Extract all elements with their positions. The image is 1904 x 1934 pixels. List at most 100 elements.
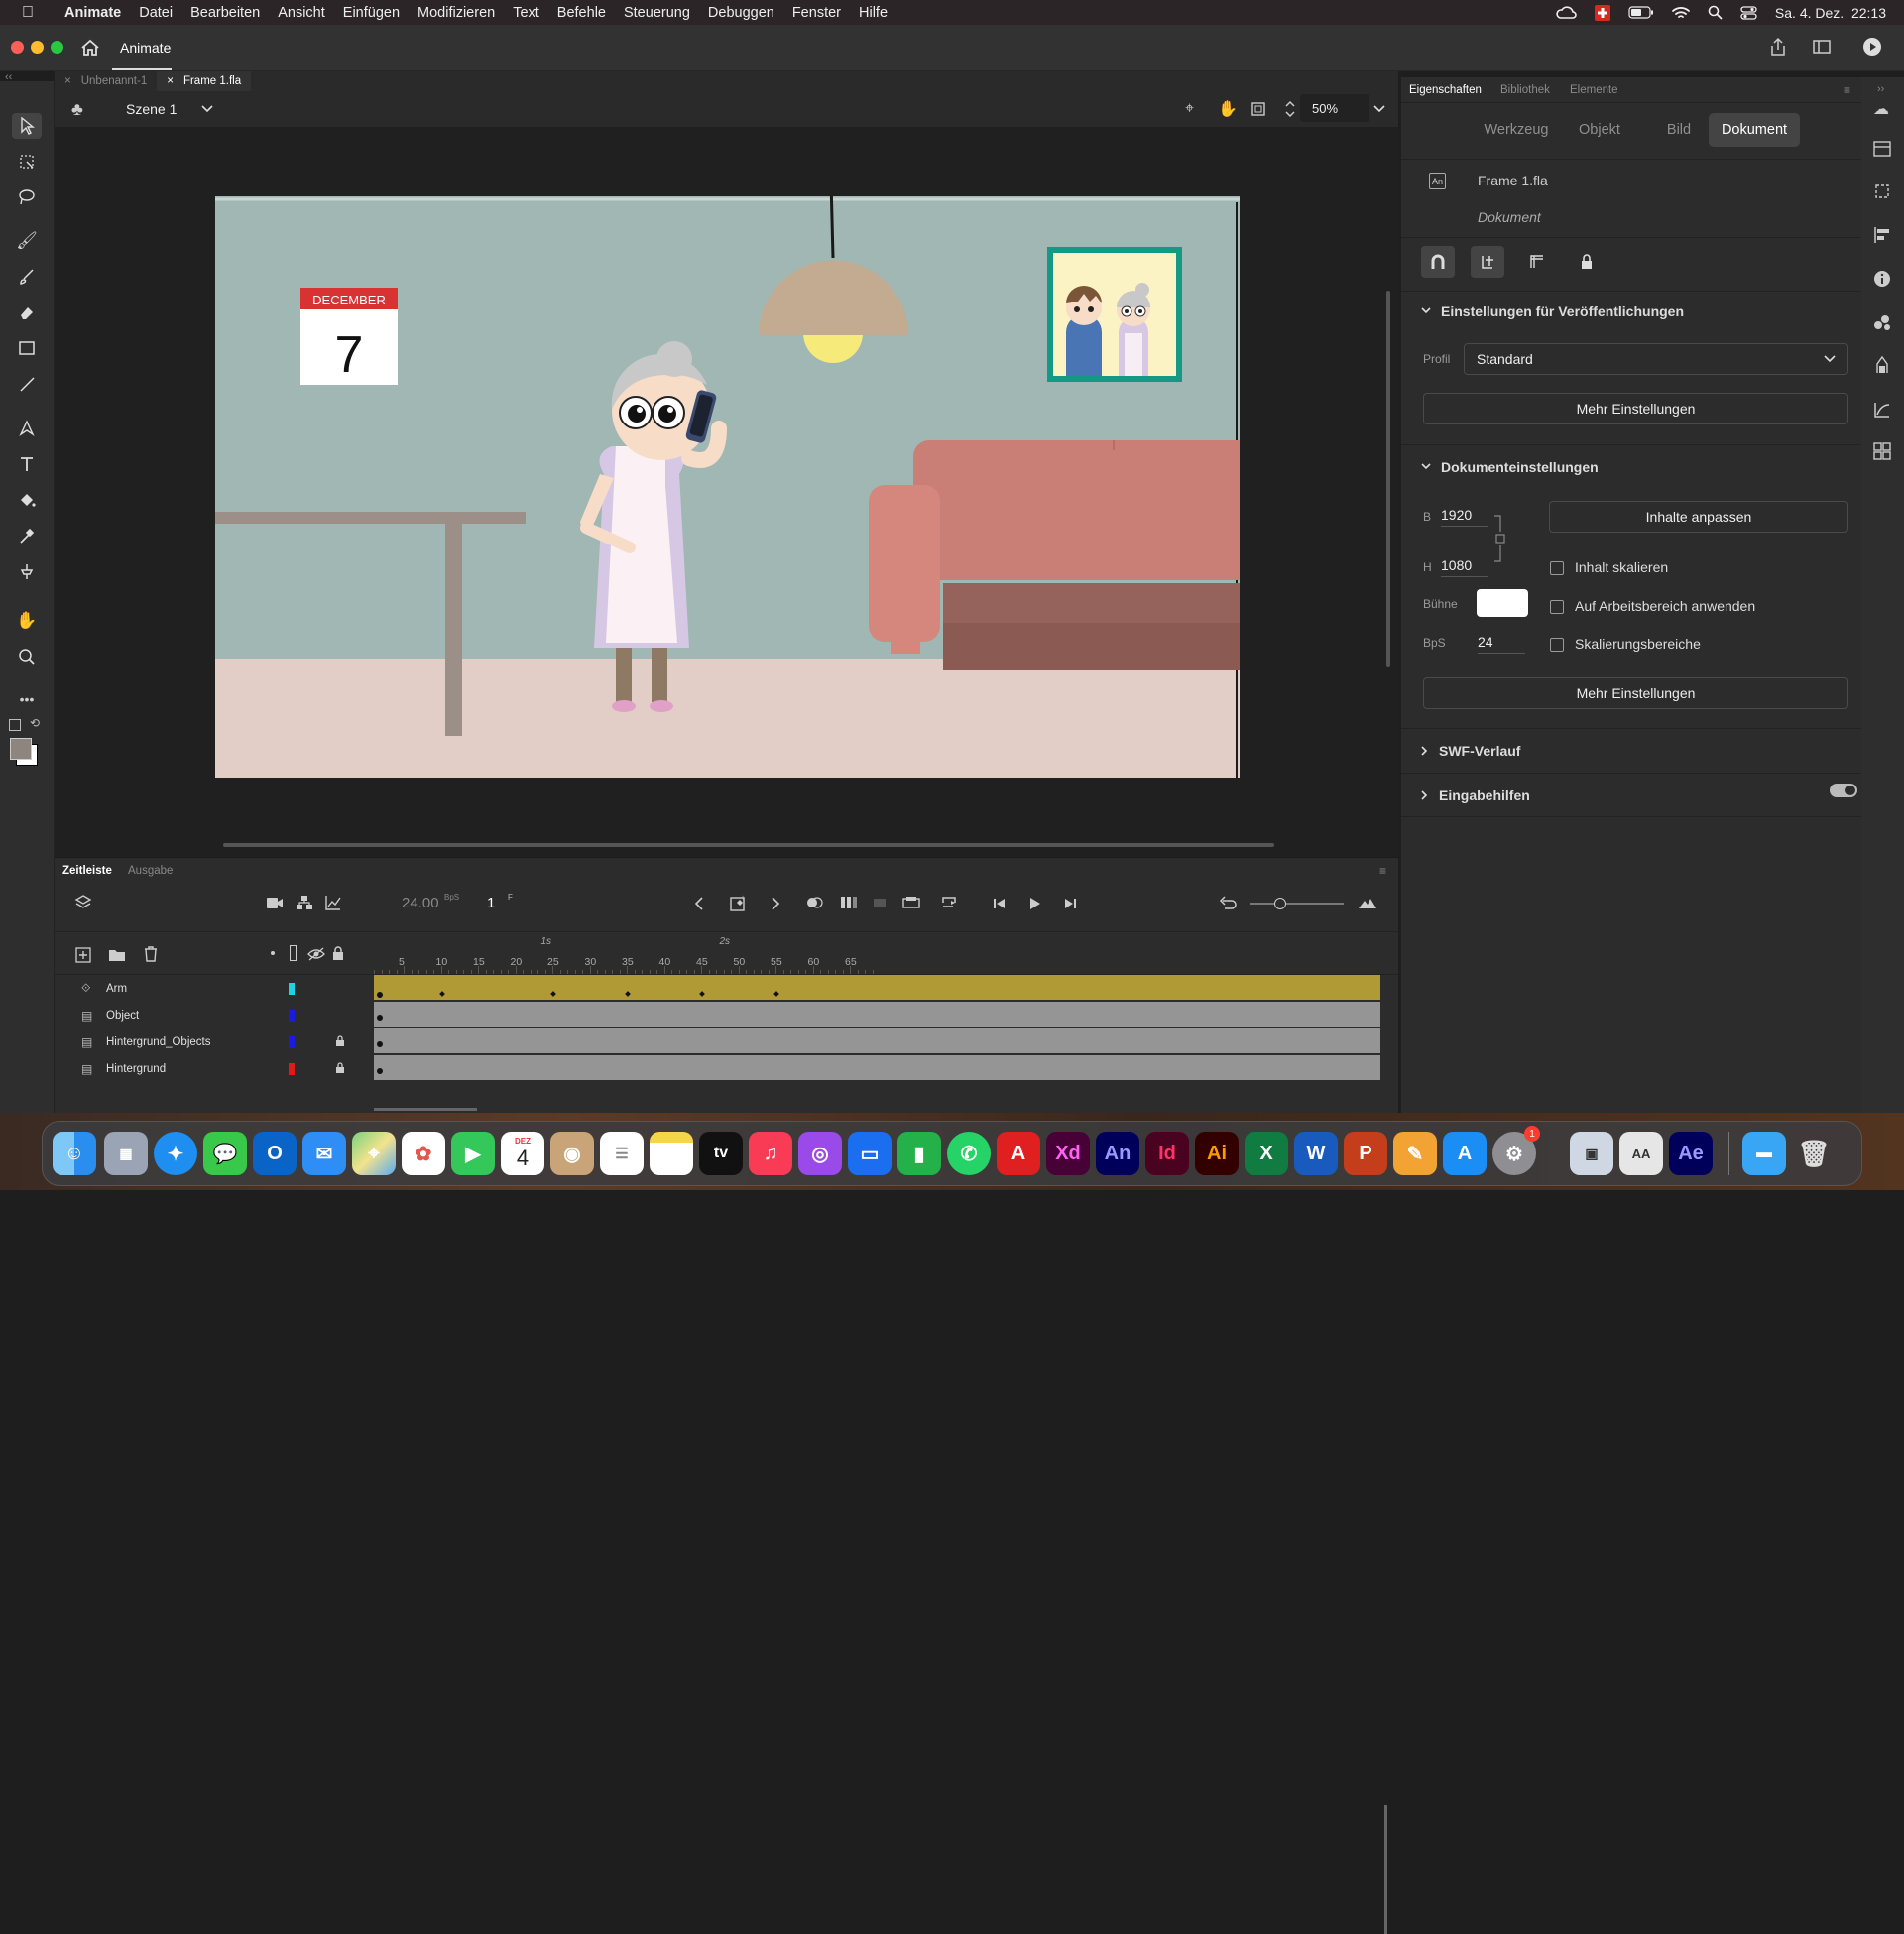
layer-name[interactable]: Object	[106, 1010, 139, 1022]
menu-item-hilfe[interactable]: Hilfe	[859, 5, 888, 21]
layer-lock-icon[interactable]	[335, 1062, 345, 1074]
new-folder-icon[interactable]	[108, 948, 126, 962]
layer-frame-span[interactable]	[374, 1028, 1380, 1054]
menu-item-befehle[interactable]: Befehle	[557, 5, 606, 21]
color-panel-icon[interactable]	[1873, 313, 1891, 331]
new-layer-icon[interactable]	[75, 947, 91, 963]
free-transform-tool-icon[interactable]	[12, 149, 42, 175]
paint-brush-tool-icon[interactable]: 🖌	[12, 228, 42, 254]
eyedropper-tool-icon[interactable]	[12, 523, 42, 548]
close-window-button[interactable]	[11, 41, 24, 54]
segment-bild[interactable]: Bild	[1639, 113, 1719, 147]
control-center-icon[interactable]	[1740, 5, 1757, 20]
timeline-horizontal-scrollbar[interactable]	[374, 1108, 477, 1111]
timeline-layer-row[interactable]: ▤ Hintergrund_Objects	[55, 1028, 372, 1055]
eraser-tool-icon[interactable]	[12, 300, 42, 325]
layer-frame-span[interactable]	[374, 1055, 1380, 1081]
keyframe-dot[interactable]	[377, 1015, 383, 1021]
test-movie-play-icon[interactable]	[1862, 37, 1882, 57]
tab-zeitleiste[interactable]: Zeitleiste	[62, 865, 112, 877]
doc-tab-unbenannt[interactable]: × Unbenannt-1	[55, 71, 157, 91]
timeline-vertical-scrollbar[interactable]	[1384, 1805, 1387, 1934]
fps-display[interactable]: 24.00	[402, 895, 439, 911]
keyframe-dot[interactable]	[377, 1068, 383, 1074]
share-icon[interactable]	[1769, 37, 1787, 57]
swf-history-header[interactable]: SWF-Verlauf	[1421, 743, 1520, 759]
fit-content-button[interactable]: Inhalte anpassen	[1549, 501, 1848, 533]
play-icon[interactable]	[1029, 897, 1041, 910]
tab-bibliothek[interactable]: Bibliothek	[1500, 77, 1550, 102]
next-keyframe-icon[interactable]	[771, 897, 780, 910]
clip-content-icon[interactable]	[1250, 101, 1266, 117]
camera-icon[interactable]	[266, 897, 284, 909]
more-doc-settings-button[interactable]: Mehr Einstellungen	[1423, 677, 1848, 709]
stage-canvas[interactable]: DECEMBER 7	[215, 196, 1240, 778]
pages-icon[interactable]: ✎	[1393, 1132, 1437, 1175]
zoom-stepper-icon[interactable]	[1284, 100, 1296, 118]
pen-tool-icon[interactable]	[12, 416, 42, 441]
assets-panel-icon[interactable]: ☁	[1873, 99, 1889, 119]
components-panel-icon[interactable]	[1873, 442, 1891, 460]
trash-icon[interactable]: 🗑	[1792, 1132, 1836, 1175]
timeline-layer-row[interactable]: ▤ Hintergrund	[55, 1055, 372, 1082]
downloads-folder-icon[interactable]: ▬	[1742, 1132, 1786, 1175]
acrobat-icon[interactable]: A	[997, 1132, 1040, 1175]
layer-lock-icon[interactable]	[335, 1035, 345, 1047]
loop-icon[interactable]	[940, 895, 958, 910]
whatsapp-icon[interactable]: ✆	[947, 1132, 991, 1175]
mail-icon[interactable]: ✉	[302, 1132, 346, 1175]
library-panel-icon[interactable]	[1873, 141, 1891, 157]
zoom-dropdown-chevron-icon[interactable]	[1373, 105, 1385, 113]
facetime-icon[interactable]: ▶	[451, 1132, 495, 1175]
menu-item-debuggen[interactable]: Debuggen	[708, 5, 774, 21]
lock-guides-icon[interactable]	[1570, 246, 1604, 278]
safari-icon[interactable]: ✦	[154, 1132, 197, 1175]
zoom-window-button[interactable]	[51, 41, 63, 54]
apply-workspace-checkbox[interactable]	[1550, 600, 1564, 614]
tab-ausgabe[interactable]: Ausgabe	[128, 865, 173, 877]
text-tool-icon[interactable]	[12, 451, 42, 477]
segment-werkzeug[interactable]: Werkzeug	[1473, 113, 1560, 147]
height-input[interactable]: 1080	[1441, 557, 1488, 577]
panel-collapse-icon[interactable]: ››	[1877, 83, 1884, 95]
insert-keyframe-icon[interactable]: +	[730, 894, 748, 911]
layer-color-swatch[interactable]	[289, 1063, 295, 1075]
scale-regions-checkbox[interactable]	[1550, 638, 1564, 652]
reminders-icon[interactable]: ☰	[600, 1132, 644, 1175]
timeline-zoom-handle[interactable]	[1274, 898, 1286, 909]
step-forward-icon[interactable]	[1063, 897, 1077, 910]
menu-item-steuerung[interactable]: Steuerung	[624, 5, 690, 21]
rectangle-tool-icon[interactable]	[12, 335, 42, 361]
selection-tool-icon[interactable]	[12, 113, 42, 139]
link-dimensions-icon[interactable]	[1492, 514, 1512, 563]
contacts-icon[interactable]: ◉	[550, 1132, 594, 1175]
adobe-indesign-icon[interactable]: Id	[1145, 1132, 1189, 1175]
layer-name[interactable]: Arm	[106, 983, 127, 995]
menu-item-animate[interactable]: Animate	[64, 5, 121, 21]
current-frame-display[interactable]: 1	[487, 895, 495, 911]
powerpoint-icon[interactable]: P	[1344, 1132, 1387, 1175]
segment-dokument[interactable]: Dokument	[1709, 113, 1800, 147]
graph-editor-icon[interactable]	[324, 895, 342, 911]
menu-item-bearbeiten[interactable]: Bearbeiten	[190, 5, 260, 21]
layers-stack-icon[interactable]	[74, 894, 92, 911]
asset-warp-tool-icon[interactable]	[12, 558, 42, 584]
battery-icon[interactable]	[1628, 6, 1654, 19]
workspace-layout-icon[interactable]	[1813, 40, 1831, 54]
minimize-window-button[interactable]	[31, 41, 44, 54]
close-tab-icon[interactable]: ×	[167, 75, 174, 87]
lasso-tool-icon[interactable]	[12, 184, 42, 210]
adobe-xd-icon[interactable]: Xd	[1046, 1132, 1090, 1175]
line-tool-icon[interactable]	[12, 371, 42, 397]
menu-item-ansicht[interactable]: Ansicht	[278, 5, 325, 21]
fit-frames-icon[interactable]	[1358, 896, 1377, 909]
maps-icon[interactable]: ⌖	[352, 1132, 396, 1175]
menu-item-text[interactable]: Text	[513, 5, 539, 21]
timeline-zoom-slider[interactable]	[1250, 903, 1344, 905]
swap-colors-icon[interactable]	[9, 719, 21, 731]
edit-multiple-frames-icon[interactable]	[840, 896, 858, 909]
layer-color-swatch[interactable]	[289, 1010, 295, 1022]
onion-skin-icon[interactable]	[805, 896, 825, 909]
snap-magnet-icon[interactable]	[1421, 246, 1455, 278]
horizontal-scrollbar[interactable]	[223, 843, 1274, 847]
